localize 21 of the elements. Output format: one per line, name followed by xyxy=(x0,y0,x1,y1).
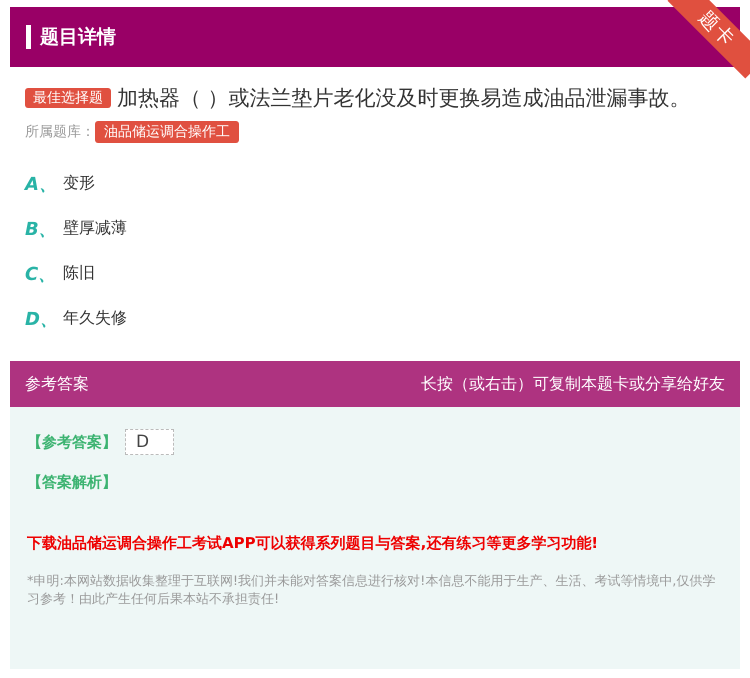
share-hint: 长按（或右击）可复制本题卡或分享给好友 xyxy=(421,374,725,394)
promo-text: 下载油品储运调合操作工考试APP可以获得系列题目与答案,还有练习等更多学习功能! xyxy=(27,534,600,553)
question-text: 加热器（ ）或法兰垫片老化没及时更换易造成油品泄漏事故。 xyxy=(117,86,691,110)
option-text: 壁厚减薄 xyxy=(63,218,127,239)
bank-tag[interactable]: 油品储运调合操作工 xyxy=(95,121,239,143)
title-marker xyxy=(26,25,31,49)
option-letter: D、 xyxy=(25,308,59,330)
option-text: 年久失修 xyxy=(63,308,127,329)
option-letter: C、 xyxy=(25,262,58,286)
option-letter: B、 xyxy=(25,218,58,240)
page-title: 题目详情 xyxy=(40,25,116,50)
bank-label: 所属题库： xyxy=(25,123,95,141)
answer-label: 【参考答案】 xyxy=(27,432,117,452)
disclaimer-text: *申明:本网站数据收集整理于互联网!我们并未能对答案信息进行核对!本信息不能用于生产、生活、考试等情境中,仅供学习参考！由此产生任何后果本站不承担责任! xyxy=(27,573,716,609)
answer-value: D xyxy=(125,429,174,455)
option-letter: A、 xyxy=(25,172,58,196)
answer-title: 参考答案 xyxy=(25,374,89,394)
question-type-tag: 最佳选择题 xyxy=(25,88,111,108)
option-text: 变形 xyxy=(63,173,95,194)
analysis-label: 【答案解析】 xyxy=(27,473,118,492)
option-text: 陈旧 xyxy=(63,263,95,284)
